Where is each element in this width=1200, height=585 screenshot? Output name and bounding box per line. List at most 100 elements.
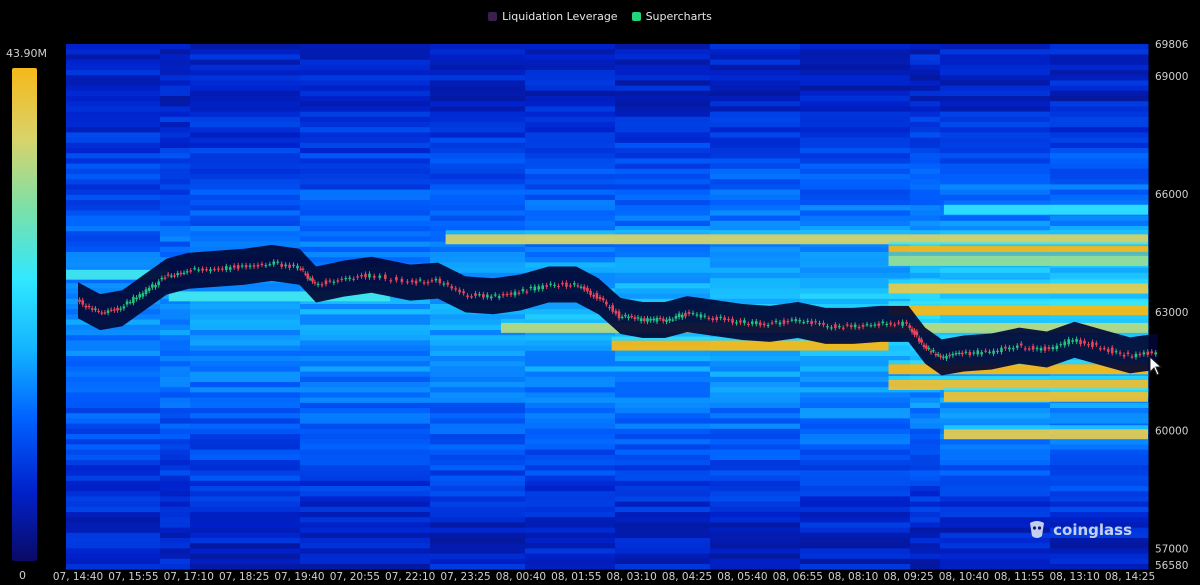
heatmap-cell: [66, 532, 161, 539]
candle: [939, 355, 942, 358]
candle: [633, 317, 637, 320]
heatmap-cell: [710, 153, 801, 159]
heatmap-cell: [615, 168, 711, 175]
y-tick-label: 66000: [1155, 189, 1188, 201]
heatmap-cell: [525, 434, 616, 440]
heatmap-cell: [1050, 272, 1149, 279]
heatmap-cell: [300, 132, 431, 138]
heatmap-cell: [1050, 90, 1149, 97]
heatmap-cell: [800, 408, 911, 414]
heatmap-cell: [1050, 496, 1149, 502]
heatmap-cell: [800, 413, 911, 419]
heatmap-cell: [66, 428, 161, 435]
heatmap-cell: [430, 106, 526, 112]
liquidation-band: [888, 283, 1148, 294]
heatmap-cell: [940, 408, 1051, 414]
heatmap-cell: [430, 75, 526, 81]
heatmap-cell: [160, 480, 191, 487]
heatmap-cell: [66, 454, 161, 461]
heatmap-cell: [66, 111, 161, 118]
heatmap-cell: [940, 480, 1051, 487]
heatmap-cell: [710, 522, 801, 528]
candle: [731, 318, 734, 323]
candle: [173, 275, 176, 277]
candle: [954, 353, 958, 355]
candle: [442, 283, 446, 285]
candle: [517, 292, 521, 294]
candle: [1102, 348, 1106, 350]
heatmap-cell: [1050, 127, 1149, 133]
heatmap-cell: [615, 148, 711, 154]
heatmap-cell: [800, 444, 911, 450]
heatmap-cell: [430, 356, 526, 362]
heatmap-cell: [525, 496, 616, 502]
heatmap-cell: [910, 200, 941, 206]
candle: [1015, 345, 1019, 348]
heatmap-cell: [710, 376, 801, 383]
heatmap-cell: [66, 153, 161, 159]
heatmap-cell: [710, 350, 801, 357]
liquidation-heatmap-chart[interactable]: 69806 69000 66000 63000 60000 57000 56580 07, 1…: [0, 0, 1200, 585]
heatmap-cell: [430, 413, 526, 419]
candle: [462, 291, 465, 294]
heatmap-cell: [800, 267, 911, 274]
candle: [751, 321, 754, 324]
candle: [684, 312, 687, 317]
heatmap-cell: [710, 70, 801, 76]
heatmap-cell: [940, 90, 1051, 97]
heatmap-cell: [300, 200, 431, 206]
candle: [861, 325, 865, 327]
heatmap-cell: [615, 252, 711, 258]
heatmap-cell: [430, 64, 526, 71]
heatmap-cell: [615, 522, 711, 528]
candle: [154, 284, 157, 288]
candle: [541, 285, 544, 289]
heatmap-cell: [160, 553, 191, 560]
heatmap-cell: [160, 226, 191, 232]
heatmap-cell: [190, 501, 301, 508]
candle: [1091, 341, 1094, 347]
candle: [662, 318, 665, 322]
heatmap-cell: [615, 423, 711, 430]
liquidation-band-glow: [943, 387, 1148, 392]
heatmap-cell: [160, 101, 191, 107]
candle: [945, 355, 948, 359]
heatmap-cell: [190, 512, 301, 518]
heatmap-cell: [710, 413, 801, 419]
heatmap-cell: [1050, 564, 1149, 570]
heatmap-cell: [160, 397, 191, 404]
heatmap-cell: [615, 397, 711, 404]
heatmap-cell: [615, 184, 711, 190]
heatmap-cell: [710, 439, 801, 445]
heatmap-cell: [940, 148, 1051, 154]
heatmap-cell: [300, 418, 431, 424]
heatmap-cell: [66, 184, 161, 190]
heatmap-cell: [160, 387, 191, 393]
heatmap-cell: [615, 517, 711, 523]
candle: [311, 277, 314, 282]
heatmap-cell: [940, 470, 1051, 476]
heatmap-cell: [160, 132, 191, 138]
heatmap-cell: [710, 444, 801, 450]
heatmap-cell: [190, 527, 301, 534]
heatmap-cell: [710, 361, 801, 367]
heatmap-cell: [300, 444, 431, 450]
heatmap-cell: [910, 480, 941, 487]
heatmap-cell: [1050, 501, 1149, 508]
candle: [176, 273, 179, 276]
heatmap-cell: [190, 189, 301, 196]
heatmap-cell: [800, 350, 911, 357]
candle: [743, 320, 746, 324]
heatmap-cell: [1050, 480, 1149, 487]
candle: [505, 293, 509, 296]
candle: [288, 264, 291, 268]
heatmap-cell: [66, 122, 161, 128]
heatmap-cell: [615, 527, 711, 534]
heatmap-cell: [1050, 44, 1149, 50]
heatmap-cell: [525, 465, 616, 471]
heatmap-cell: [430, 127, 526, 133]
heatmap-cell: [66, 210, 161, 216]
heatmap-cell: [910, 267, 941, 274]
heatmap-cell: [615, 439, 711, 445]
heatmap-cell: [710, 460, 801, 466]
